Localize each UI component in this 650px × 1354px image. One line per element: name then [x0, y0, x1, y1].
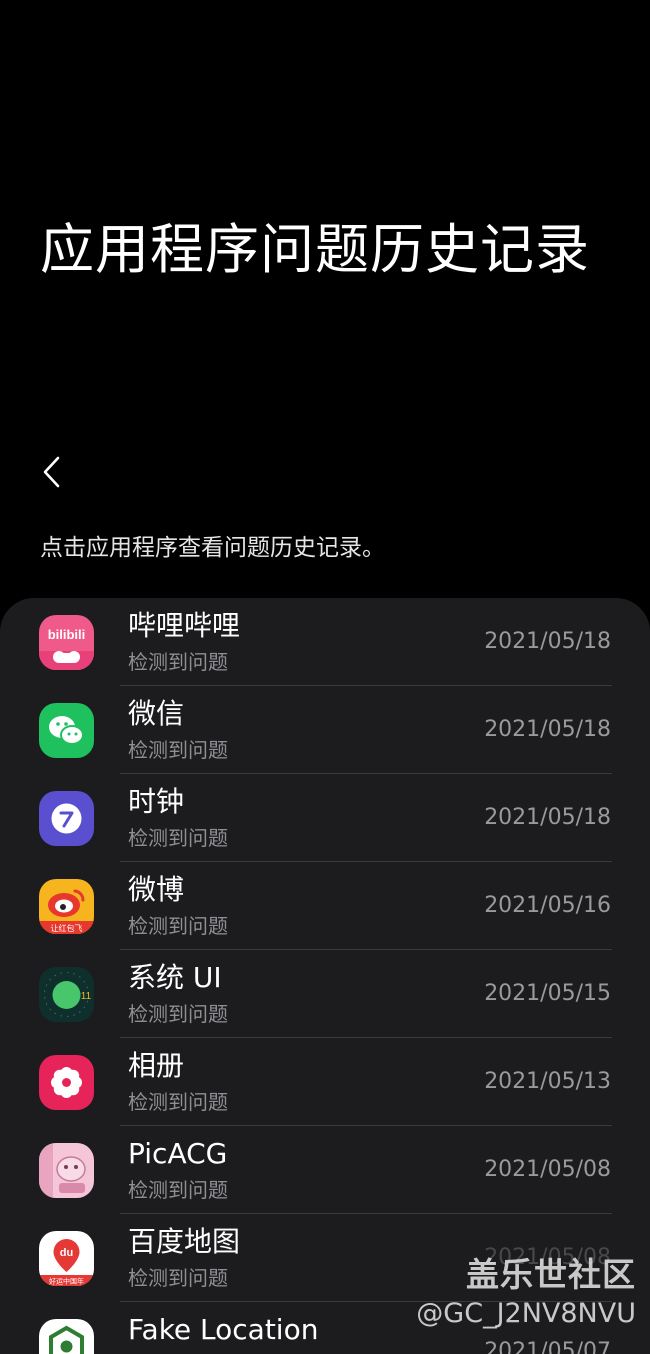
app-date: 2021/05/16 — [484, 893, 611, 918]
list-item-bilibili[interactable]: bilibili 哔哩哔哩 检测到问题 2021/05/18 — [0, 598, 650, 686]
picacg-icon — [39, 1143, 94, 1198]
list-item-clock[interactable]: 时钟 检测到问题 2021/05/18 — [0, 774, 650, 862]
clock-icon — [39, 791, 94, 846]
app-name: 相册 — [128, 1049, 185, 1082]
app-status: 检测到问题 — [128, 650, 228, 674]
app-date: 2021/05/15 — [484, 981, 611, 1006]
fake-location-icon — [39, 1319, 94, 1354]
app-list: bilibili 哔哩哔哩 检测到问题 2021/05/18 微信 检测到问题 … — [0, 598, 650, 1354]
svg-text:11: 11 — [81, 991, 92, 1002]
app-status: 检测到问题 — [128, 738, 228, 762]
system-ui-icon: 11 — [39, 967, 94, 1022]
list-item-weibo[interactable]: 让红包飞 微博 检测到问题 2021/05/16 — [0, 862, 650, 950]
app-name: 微博 — [128, 873, 185, 906]
app-status: 检测到问题 — [128, 1178, 228, 1202]
app-status: 检测到问题 — [128, 1090, 228, 1114]
app-status: 检测到问题 — [128, 826, 228, 850]
app-name: 哔哩哔哩 — [128, 609, 241, 642]
subtitle: 点击应用程序查看问题历史记录。 — [40, 535, 385, 561]
app-date: 2021/05/08 — [484, 1157, 611, 1182]
app-name: 百度地图 — [128, 1225, 241, 1258]
app-name: 系统 UI — [128, 961, 222, 994]
back-button[interactable] — [30, 448, 74, 496]
gallery-icon — [39, 1055, 94, 1110]
app-date: 2021/05/18 — [484, 717, 611, 742]
app-name: 时钟 — [128, 785, 185, 818]
baidu-map-icon: du 好运中国年 — [39, 1231, 94, 1286]
app-date: 2021/05/13 — [484, 1069, 611, 1094]
app-date: 2021/05/18 — [484, 805, 611, 830]
app-name: Fake Location — [128, 1313, 319, 1346]
app-status: 检测到问题 — [128, 914, 228, 938]
app-date: 2021/05/18 — [484, 629, 611, 654]
app-name: 微信 — [128, 697, 185, 730]
list-item-fake-location[interactable]: Fake Location 2021/05/07 — [0, 1302, 650, 1354]
svg-text:好运中国年: 好运中国年 — [49, 1277, 84, 1286]
weibo-icon: 让红包飞 — [39, 879, 94, 934]
wechat-icon — [39, 703, 94, 758]
app-status: 检测到问题 — [128, 1002, 228, 1026]
list-item-picacg[interactable]: PicACG 检测到问题 2021/05/08 — [0, 1126, 650, 1214]
list-item-gallery[interactable]: 相册 检测到问题 2021/05/13 — [0, 1038, 650, 1126]
app-name: PicACG — [128, 1137, 228, 1170]
app-date: 2021/05/08 — [484, 1245, 611, 1270]
app-status: 检测到问题 — [128, 1266, 228, 1290]
list-item-wechat[interactable]: 微信 检测到问题 2021/05/18 — [0, 686, 650, 774]
list-item-system-ui[interactable]: 11 系统 UI 检测到问题 2021/05/15 — [0, 950, 650, 1038]
screen: 应用程序问题历史记录 点击应用程序查看问题历史记录。 bilibili 哔哩哔哩… — [0, 0, 650, 1354]
chevron-left-icon — [43, 456, 60, 488]
app-date: 2021/05/07 — [484, 1339, 611, 1354]
svg-text:du: du — [60, 1247, 73, 1259]
svg-text:让红包飞: 让红包飞 — [51, 923, 83, 933]
list-item-baidu-map[interactable]: du 好运中国年 百度地图 检测到问题 2021/05/08 — [0, 1214, 650, 1302]
svg-text:bilibili: bilibili — [48, 627, 86, 642]
bilibili-icon: bilibili — [39, 615, 94, 670]
page-title: 应用程序问题历史记录 — [40, 218, 590, 281]
